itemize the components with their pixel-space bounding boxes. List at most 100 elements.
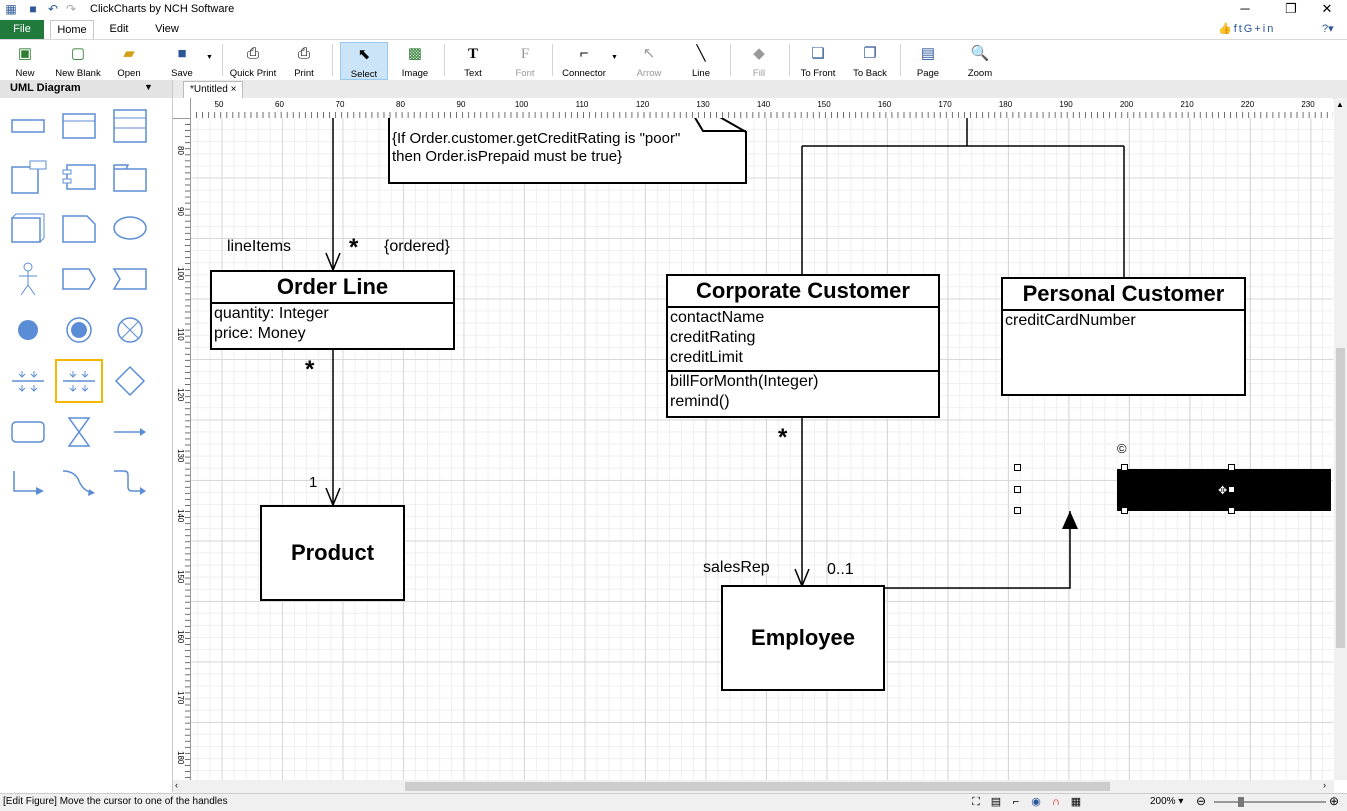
to-front-button[interactable]: ❏ To Front [798,42,838,79]
note-text-line1[interactable]: {If Order.customer.getCreditRating is "p… [392,130,680,147]
connector-dropdown-icon[interactable]: ▼ [611,54,618,61]
tab-home[interactable]: Home [50,20,94,39]
tab-edit[interactable]: Edit [104,20,134,39]
class-product[interactable]: Product [260,505,405,601]
scroll-up-icon[interactable]: ▲ [1336,100,1344,109]
horizontal-scrollbar[interactable]: ‹ › [173,780,1334,793]
tab-view[interactable]: View [150,20,184,39]
zoom-level[interactable]: 200% ▾ [1150,796,1183,807]
diagram-canvas[interactable]: {If Order.customer.getCreditRating is "p… [191,118,1333,780]
resize-handle[interactable] [1014,507,1021,514]
class-order-line[interactable]: Order Line quantity: Integer price: Mone… [210,270,455,350]
resize-handle[interactable] [1228,464,1235,471]
resize-handle[interactable] [1228,486,1235,493]
grid-icon[interactable]: ▦ [1070,796,1082,808]
multiplicity-star[interactable]: * [778,424,787,452]
new-blank-button[interactable]: ▢ New Blank [54,42,102,79]
use-case-shape[interactable] [108,208,152,248]
flow-final-shape[interactable] [108,310,152,350]
scroll-right-icon[interactable]: › [1323,780,1326,790]
multiplicity-zero-one[interactable]: 0..1 [827,561,854,579]
help-icon[interactable]: ?▾ [1322,22,1334,35]
class-employee[interactable]: Employee [721,585,885,691]
close-tab-icon[interactable]: × [231,84,237,95]
multiplicity-one[interactable]: 1 [309,474,317,491]
vertical-scrollbar[interactable]: ▲ [1334,98,1347,780]
package-shape[interactable] [108,157,152,197]
resize-handle[interactable] [1121,507,1128,514]
save-dropdown-icon[interactable]: ▼ [206,54,213,61]
text-button[interactable]: T Text [456,42,490,79]
join-shape[interactable] [55,359,103,403]
resize-handle[interactable] [1014,464,1021,471]
elbow-connector-shape[interactable] [6,463,50,503]
snap-icon[interactable]: ◉ [1030,796,1042,808]
image-button[interactable]: ▩ Image [396,42,434,79]
multiplicity-star[interactable]: * [305,356,314,384]
fit-page-icon[interactable]: ⛶ [970,796,982,808]
role-label-lineitems[interactable]: lineItems [227,238,291,256]
horizontal-scroll-thumb[interactable] [405,782,1110,791]
arrow-button[interactable]: ↖ Arrow [630,42,668,79]
page-view-icon[interactable]: ▤ [990,796,1002,808]
magnet-icon[interactable]: ∩ [1050,796,1062,808]
rotate-handle-icon[interactable]: © [1117,441,1127,456]
print-button[interactable]: ⎙ Print [286,42,322,79]
new-button[interactable]: ▣ New [8,42,42,79]
zoom-slider-thumb[interactable] [1238,797,1244,807]
fork-shape[interactable] [6,361,50,401]
activity-shape[interactable] [6,412,50,452]
zoom-button[interactable]: 🔍 Zoom [962,42,998,79]
class-corporate-customer[interactable]: Corporate Customer contactName creditRat… [666,274,940,418]
multiplicity-star[interactable]: * [349,234,358,262]
hourglass-shape[interactable] [57,412,101,452]
resize-handle[interactable] [1121,464,1128,471]
quick-print-button[interactable]: ⎙ Quick Print [229,42,277,79]
class-shape[interactable] [6,106,50,146]
actor-shape[interactable] [6,259,50,299]
note-shape[interactable] [57,208,101,248]
curved-connector-shape[interactable] [57,463,101,503]
final-state-shape[interactable] [57,310,101,350]
scroll-left-icon[interactable]: ‹ [175,780,178,790]
fill-button[interactable]: ◆ Fill [740,42,778,79]
font-button[interactable]: F Font [506,42,544,79]
node-shape[interactable] [6,208,50,248]
close-button[interactable]: ✕ [1304,0,1347,20]
to-back-button[interactable]: ❐ To Back [850,42,890,79]
vertical-scroll-thumb[interactable] [1336,348,1345,648]
connector-button[interactable]: ⌐ Connector [560,42,608,79]
note-text-line2[interactable]: then Order.isPrepaid must be true} [392,148,622,165]
receive-signal-shape[interactable] [108,259,152,299]
component-shape[interactable] [57,157,101,197]
page-button[interactable]: ▤ Page [910,42,946,79]
open-button[interactable]: ▰ Open [112,42,146,79]
library-selector[interactable]: UML Diagram ▼ [0,80,172,98]
document-tab-untitled[interactable]: *Untitled × [183,81,244,99]
connector-mode-icon[interactable]: ⌐ [1010,796,1022,808]
move-handle-icon[interactable]: ✥ [1218,484,1227,497]
class-personal-customer[interactable]: Personal Customer creditCardNumber [1001,277,1246,396]
constraint-label-ordered[interactable]: {ordered} [384,238,450,256]
rounded-elbow-shape[interactable] [108,463,152,503]
line-button[interactable]: ╲ Line [682,42,720,79]
decision-shape[interactable] [108,361,152,401]
save-button[interactable]: ■ Save [164,42,200,79]
arrow-line-shape[interactable] [108,412,152,452]
minimize-button[interactable]: ─ [1222,0,1268,20]
tab-file[interactable]: File [0,20,44,39]
class-ops-shape[interactable] [108,106,152,146]
undo-icon[interactable]: ↶ [46,2,60,16]
resize-handle[interactable] [1014,486,1021,493]
initial-state-shape[interactable] [6,310,50,350]
role-label-salesrep[interactable]: salesRep [703,559,770,577]
resize-handle[interactable] [1228,507,1235,514]
social-icons[interactable]: 👍ftG+in [1218,22,1275,35]
zoom-in-icon[interactable]: ⊕ [1329,794,1339,808]
quick-save-icon[interactable]: ■ [26,2,40,16]
select-button[interactable]: ⬉ Select [340,42,388,80]
zoom-out-icon[interactable]: ⊖ [1196,794,1206,808]
zoom-slider-track[interactable] [1214,801,1326,803]
redo-icon[interactable]: ↷ [64,2,78,16]
send-signal-shape[interactable] [57,259,101,299]
